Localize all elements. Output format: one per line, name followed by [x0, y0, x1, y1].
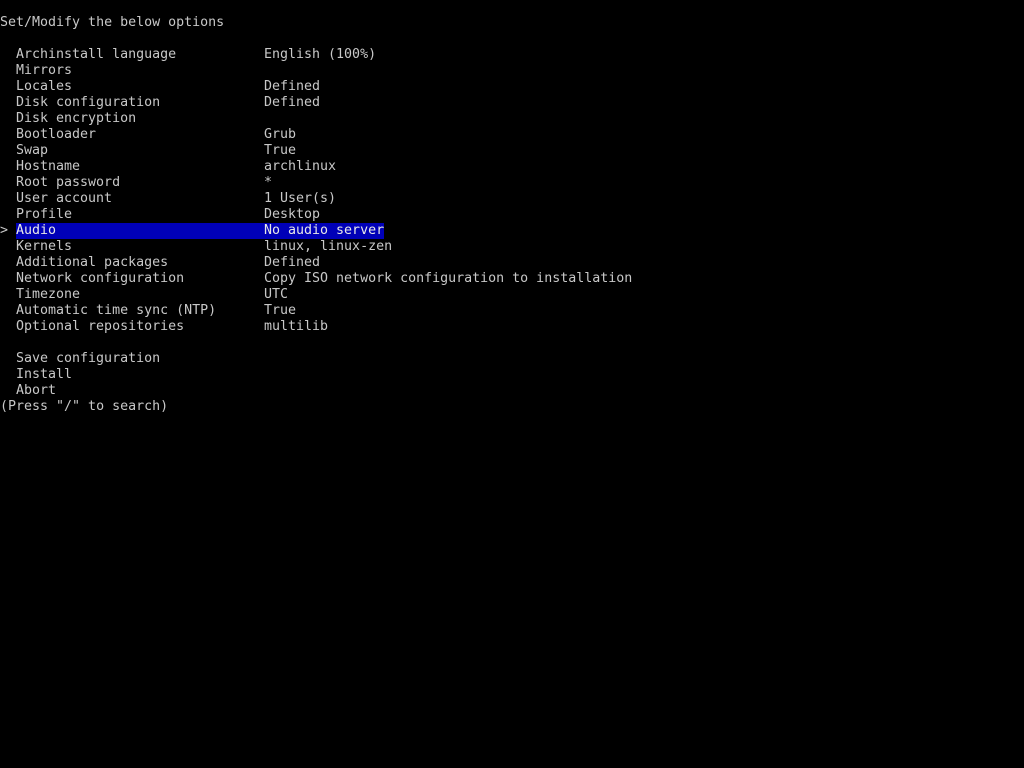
menu-item-label: Root password [16, 175, 121, 190]
menu-item-label: Hostname [16, 159, 81, 174]
menu-item-locales[interactable]: Locales Defined [0, 79, 1024, 95]
menu-item-disk-configuration[interactable]: Disk configuration Defined [0, 95, 1024, 111]
menu-item-label: Automatic time sync (NTP) [16, 303, 217, 318]
action-install[interactable]: Install [0, 367, 1024, 383]
menu-item-label: Locales [16, 79, 73, 94]
menu-item-value: No audio server [264, 223, 385, 238]
menu-item-bootloader[interactable]: Bootloader Grub [0, 127, 1024, 143]
menu-item-value: multilib [264, 319, 329, 334]
menu-item-automatic-time-sync-ntp[interactable]: Automatic time sync (NTP) True [0, 303, 1024, 319]
selection-cursor-icon: > [0, 223, 9, 238]
menu-item-mirrors[interactable]: Mirrors [0, 63, 1024, 79]
menu-item-swap[interactable]: Swap True [0, 143, 1024, 159]
menu-item-kernels[interactable]: Kernels linux, linux-zen [0, 239, 1024, 255]
menu-item-value: Defined [264, 79, 321, 94]
menu-item-label: Archinstall language [16, 47, 177, 62]
menu-item-label: Kernels [16, 239, 73, 254]
menu-item-label: Swap [16, 143, 49, 158]
menu-item-value: linux, linux-zen [264, 239, 393, 254]
menu-item-value: Defined [264, 255, 321, 270]
menu-item-additional-packages[interactable]: Additional packages Defined [0, 255, 1024, 271]
menu-item-label: Profile [16, 207, 73, 222]
menu-item-optional-repositories[interactable]: Optional repositories multilib [0, 319, 1024, 335]
menu-item-value: English (100%) [264, 47, 377, 62]
menu-item-value: Defined [264, 95, 321, 110]
menu-item-label: User account [16, 191, 113, 206]
menu-item-label: Network configuration [16, 271, 185, 286]
menu-item-disk-encryption[interactable]: Disk encryption [0, 111, 1024, 127]
menu-item-value: True [264, 143, 297, 158]
menu-item-value: Grub [264, 127, 297, 142]
menu-item-value: True [264, 303, 297, 318]
action-save-configuration[interactable]: Save configuration [0, 351, 1024, 367]
menu-item-hostname[interactable]: Hostname archlinux [0, 159, 1024, 175]
menu-header: Set/Modify the below options [0, 15, 225, 30]
menu-item-archinstall-language[interactable]: Archinstall language English (100%) [0, 47, 1024, 63]
menu-item-label: Timezone [16, 287, 81, 302]
menu-item-label: Additional packages [16, 255, 169, 270]
menu-item-label: Optional repositories [16, 319, 185, 334]
menu-item-root-password[interactable]: Root password * [0, 175, 1024, 191]
menu-item-network-configuration[interactable]: Network configuration Copy ISO network co… [0, 271, 1024, 287]
action-abort[interactable]: Abort [0, 383, 1024, 399]
menu-item-user-account[interactable]: User account 1 User(s) [0, 191, 1024, 207]
menu-item-label: Disk configuration [16, 95, 161, 110]
menu-item-label: Mirrors [16, 63, 73, 78]
menu-item-value: Desktop [264, 207, 321, 222]
action-label: Abort [16, 383, 57, 398]
menu-item-value: * [264, 175, 273, 190]
menu-item-label: Bootloader [16, 127, 97, 142]
menu-item-value: Copy ISO network configuration to instal… [264, 271, 633, 286]
action-label: Save configuration [16, 351, 161, 366]
search-hint: (Press "/" to search) [0, 399, 169, 414]
menu-item-label: Audio [16, 223, 57, 238]
menu-item-timezone[interactable]: Timezone UTC [0, 287, 1024, 303]
menu-item-value: archlinux [264, 159, 337, 174]
menu-item-label: Disk encryption [16, 111, 137, 126]
menu-item-value: UTC [264, 287, 289, 302]
menu-item-profile[interactable]: Profile Desktop [0, 207, 1024, 223]
menu-item-audio[interactable]: > Audio No audio server [0, 223, 1024, 239]
action-label: Install [16, 367, 73, 382]
menu-item-value: 1 User(s) [264, 191, 337, 206]
